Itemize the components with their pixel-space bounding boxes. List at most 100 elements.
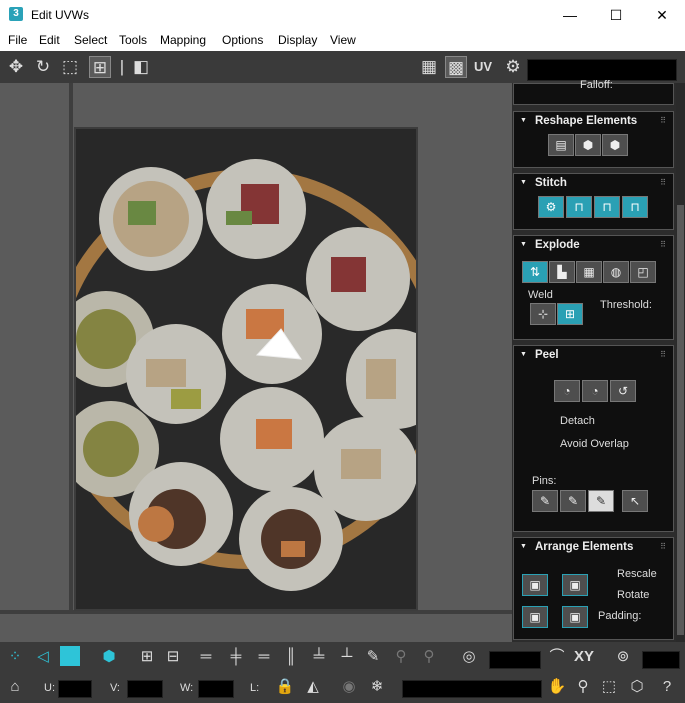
- loop-grow-icon[interactable]: ╪: [222, 646, 250, 668]
- rotate-icon[interactable]: ↻: [32, 56, 54, 78]
- pack-custom-button[interactable]: ▣: [522, 574, 548, 596]
- freeform-icon[interactable]: ⊞: [89, 56, 111, 78]
- shrink-selection-icon[interactable]: ⊟: [162, 646, 184, 668]
- stitch-custom-button[interactable]: ⚙: [538, 196, 564, 218]
- menu-options[interactable]: Options: [222, 33, 263, 47]
- minimize-button[interactable]: —: [547, 0, 593, 30]
- lock-icon[interactable]: 🔒: [274, 676, 296, 698]
- soft-select-icon[interactable]: ◎: [458, 646, 480, 668]
- polygon-mode-icon[interactable]: [60, 646, 80, 666]
- unpin-button[interactable]: ✎: [560, 490, 586, 512]
- relax-settings-button[interactable]: ⬢: [602, 134, 628, 156]
- point-to-point-icon[interactable]: ┴: [336, 646, 358, 668]
- explode-material-button[interactable]: ▦: [576, 261, 602, 283]
- menu-tools[interactable]: Tools: [119, 33, 147, 47]
- checker-icon[interactable]: ▦: [418, 56, 440, 78]
- vertex-mode-icon[interactable]: ⁘: [4, 646, 26, 668]
- weld-selected-button[interactable]: ⊹: [530, 303, 556, 325]
- maximize-button[interactable]: ☐: [593, 0, 639, 30]
- grip-icon[interactable]: ⠿: [660, 116, 667, 125]
- menu-file[interactable]: File: [8, 33, 27, 47]
- u-field[interactable]: [58, 680, 92, 698]
- mirror-separator: |: [119, 57, 125, 76]
- absolute-offset-icon[interactable]: ⌂: [4, 676, 26, 698]
- stitch-to-source-button[interactable]: ⊓: [622, 196, 648, 218]
- zoom-extents-icon[interactable]: ⬡: [626, 676, 648, 698]
- grip-icon[interactable]: ⠿: [660, 542, 667, 551]
- u-label: U:: [44, 682, 55, 694]
- edge-mode-icon[interactable]: ◁: [32, 646, 54, 668]
- quick-peel-button[interactable]: ◔: [554, 380, 580, 402]
- paint-select-icon[interactable]: ✎: [362, 646, 384, 668]
- show-map-icon[interactable]: ▩: [445, 56, 467, 78]
- paint-shrink-icon[interactable]: ⚲: [418, 646, 440, 668]
- falloff-field[interactable]: [489, 651, 541, 669]
- zoom-region-icon[interactable]: ⬚: [598, 676, 620, 698]
- align-icon[interactable]: ╧: [308, 646, 330, 668]
- break-button[interactable]: ⇅: [522, 261, 548, 283]
- freeze-icon[interactable]: ❄: [366, 676, 388, 698]
- stitch-average-button[interactable]: ⊓: [594, 196, 620, 218]
- help-icon[interactable]: ?: [656, 676, 678, 698]
- v-field[interactable]: [127, 680, 163, 698]
- distance-icon[interactable]: ⊚: [612, 646, 634, 668]
- explode-smoothing-button[interactable]: ▙: [549, 261, 575, 283]
- ring-shrink-icon[interactable]: ║: [280, 646, 302, 668]
- pack-together-button[interactable]: ▣: [562, 606, 588, 628]
- straighten-button[interactable]: ▤: [548, 134, 574, 156]
- panel-scroll-thumb[interactable]: [677, 205, 684, 635]
- menu-select[interactable]: Select: [74, 33, 107, 47]
- menu-edit[interactable]: Edit: [39, 33, 60, 47]
- reset-peel-button[interactable]: ↺: [610, 380, 636, 402]
- grow-selection-icon[interactable]: ⊞: [136, 646, 158, 668]
- zoom-icon[interactable]: ⚲: [572, 676, 594, 698]
- paint-grow-icon[interactable]: ⚲: [390, 646, 412, 668]
- rescale-label: Rescale: [617, 568, 657, 580]
- peel-mode-button[interactable]: ◔: [582, 380, 608, 402]
- hide-icon[interactable]: ◭: [302, 676, 324, 698]
- explode-title[interactable]: Explode: [520, 239, 580, 251]
- grid-line: [69, 83, 73, 614]
- menu-mapping[interactable]: Mapping: [160, 33, 206, 47]
- move-icon[interactable]: ✥: [5, 56, 27, 78]
- loop-icon[interactable]: ═: [192, 646, 220, 668]
- unhide-icon[interactable]: ◉: [338, 676, 360, 698]
- uv-dropdown[interactable]: UV: [474, 59, 492, 74]
- peel-title[interactable]: Peel: [520, 349, 559, 361]
- stitch-title[interactable]: Stitch: [520, 177, 567, 189]
- element-mode-icon[interactable]: ⬢: [98, 646, 120, 668]
- texture-dropdown[interactable]: [527, 59, 677, 81]
- pin-button[interactable]: ✎: [532, 490, 558, 512]
- pack-rescale-button[interactable]: ▣: [522, 606, 548, 628]
- grip-icon[interactable]: ⠿: [660, 350, 667, 359]
- menu-display[interactable]: Display: [278, 33, 317, 47]
- selection-set-field[interactable]: [402, 680, 542, 698]
- explode-angle-button[interactable]: ◍: [603, 261, 629, 283]
- stitch-to-target-button[interactable]: ⊓: [566, 196, 592, 218]
- rollout-stitch: Stitch ⠿ ⚙ ⊓ ⊓ ⊓: [513, 173, 674, 230]
- falloff-curve-icon[interactable]: ⌒: [546, 646, 568, 668]
- pack-normalize-button[interactable]: ▣: [562, 574, 588, 596]
- grip-icon[interactable]: ⠿: [660, 240, 667, 249]
- w-field[interactable]: [198, 680, 234, 698]
- rollout-arrange-elements: Arrange Elements ⠿ ▣ ▣ ▣ ▣ Rescale Rotat…: [513, 537, 674, 640]
- pan-icon[interactable]: ✋: [546, 676, 568, 698]
- xy-label[interactable]: XY: [574, 648, 594, 665]
- select-pins-button[interactable]: ↖: [622, 490, 648, 512]
- grip-icon[interactable]: ⠿: [660, 178, 667, 187]
- close-button[interactable]: ✕: [639, 0, 685, 30]
- options-icon[interactable]: ⚙: [502, 56, 524, 78]
- pins-label: Pins:: [532, 475, 557, 487]
- weld-all-button[interactable]: ⊞: [557, 303, 583, 325]
- arrange-elements-title[interactable]: Arrange Elements: [520, 541, 633, 553]
- explode-flatten-button[interactable]: ◰: [630, 261, 656, 283]
- distance-field[interactable]: [642, 651, 680, 669]
- scale-icon[interactable]: ⬚: [59, 56, 81, 78]
- avoid-overlap-label: Avoid Overlap: [560, 438, 629, 450]
- menu-view[interactable]: View: [330, 33, 356, 47]
- ring-icon[interactable]: ═: [250, 646, 278, 668]
- mirror-icon[interactable]: ◧: [130, 56, 152, 78]
- relax-button[interactable]: ⬢: [575, 134, 601, 156]
- auto-pin-button[interactable]: ✎: [588, 490, 614, 512]
- reshape-elements-title[interactable]: Reshape Elements: [520, 115, 637, 127]
